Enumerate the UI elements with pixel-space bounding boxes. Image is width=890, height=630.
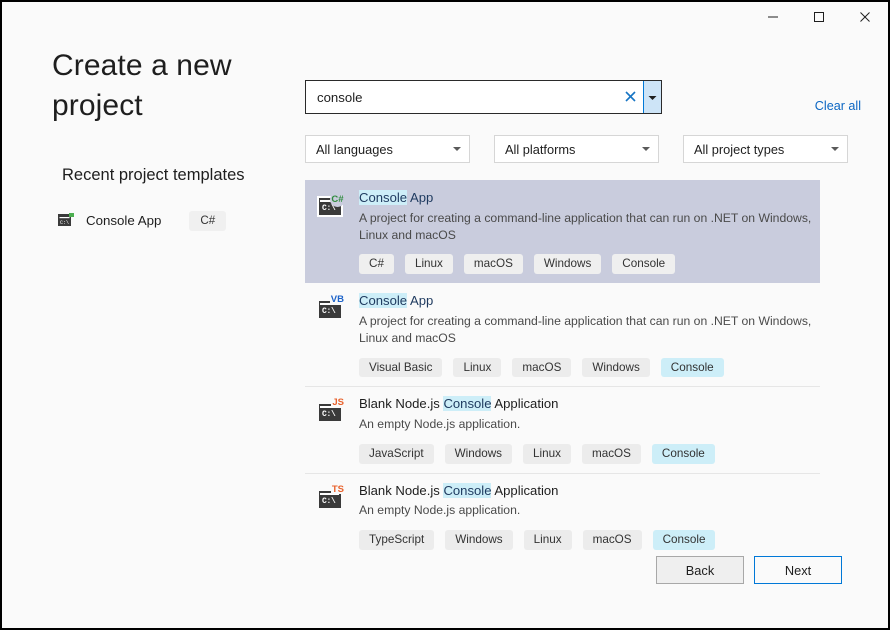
template-tag-list: JavaScript Windows Linux macOS Console	[359, 443, 812, 464]
maximize-icon	[813, 11, 825, 23]
search-dropdown-button[interactable]	[643, 81, 661, 113]
project-type-filter-dropdown[interactable]: All project types	[683, 135, 848, 163]
template-result-item[interactable]: C:\ VB Console App A project for creating a…	[305, 283, 820, 386]
recent-template-label: Console App	[86, 213, 162, 229]
template-tag: Windows	[533, 254, 602, 275]
left-panel: Create a new project Recent project temp…	[52, 46, 287, 231]
recent-templates-heading: Recent project templates	[62, 166, 245, 185]
recent-template-tag: C#	[189, 211, 227, 231]
template-tag: Linux	[523, 530, 572, 550]
search-match-highlight: Console	[443, 396, 492, 412]
right-panel: Clear all All languages All platforms Al…	[305, 80, 861, 559]
search-row: Clear all	[305, 80, 861, 114]
chevron-down-icon	[648, 88, 657, 106]
language-badge: JS	[331, 397, 345, 409]
template-title: Console App	[359, 293, 434, 309]
search-box[interactable]	[305, 80, 662, 114]
next-button[interactable]: Next	[754, 556, 842, 584]
search-input[interactable]	[306, 81, 617, 113]
template-tag: Linux	[404, 254, 453, 275]
language-badge: VB	[329, 294, 345, 306]
template-tag: Console	[612, 254, 676, 275]
template-results-list: C:\ C# Console App A project for creating a…	[305, 180, 820, 559]
console-app-icon: C:\	[58, 213, 75, 228]
minimize-button[interactable]	[750, 2, 796, 32]
template-result-body: Console App A project for creating a comm…	[347, 293, 820, 378]
search-match-highlight: Console	[359, 190, 408, 205]
template-tag-list: TypeScript Windows Linux macOS Console	[359, 530, 812, 550]
template-tag: Linux	[523, 443, 571, 464]
template-tag: macOS	[463, 254, 523, 275]
recent-template-item[interactable]: C:\ Console App C#	[58, 211, 287, 231]
template-tag: TypeScript	[359, 530, 435, 550]
chevron-down-icon	[642, 147, 650, 151]
maximize-button[interactable]	[796, 2, 842, 32]
page-title: Create a new project	[52, 49, 232, 122]
template-result-item[interactable]: C:\ JS Blank Node.js Console Application An…	[305, 386, 820, 472]
template-tag: Windows	[582, 357, 650, 378]
project-type-filter-label: All project types	[694, 141, 785, 157]
clear-search-button[interactable]	[617, 81, 643, 113]
template-tag: C#	[359, 254, 394, 275]
template-tag: Linux	[453, 357, 502, 378]
close-button[interactable]	[842, 2, 888, 32]
template-description: An empty Node.js application.	[359, 416, 521, 431]
template-tag: Console	[651, 443, 715, 464]
language-badge: C#	[330, 192, 345, 207]
template-title: Console App	[359, 190, 434, 205]
template-description: An empty Node.js application.	[359, 503, 521, 518]
template-tag: Visual Basic	[359, 357, 443, 378]
template-tag: Windows	[444, 443, 512, 464]
title-bar	[2, 2, 888, 34]
search-match-highlight: Console	[443, 482, 492, 498]
create-new-project-dialog: Create a new project Recent project temp…	[0, 0, 890, 630]
language-badge: TS	[330, 483, 345, 495]
close-icon	[859, 11, 871, 23]
language-filter-dropdown[interactable]: All languages	[305, 135, 470, 163]
template-tag: Windows	[445, 530, 513, 550]
minimize-icon	[767, 11, 779, 23]
template-title: Blank Node.js Console Application	[359, 396, 559, 412]
template-tag-list: C# Linux macOS Windows Console	[359, 254, 812, 275]
template-description: A project for creating a command-line ap…	[359, 313, 812, 345]
template-result-item[interactable]: C:\ TS Blank Node.js Console Application An…	[305, 472, 820, 559]
template-tag: macOS	[512, 357, 572, 378]
search-match-highlight: Console	[359, 293, 408, 309]
template-tag: macOS	[582, 530, 642, 550]
console-template-icon: C:\ VB	[317, 295, 347, 377]
back-button[interactable]: Back	[656, 556, 744, 584]
template-result-body: Console App A project for creating a comm…	[347, 190, 820, 275]
template-result-body: Blank Node.js Console Application An empt…	[347, 396, 820, 464]
template-result-item[interactable]: C:\ C# Console App A project for creating a…	[305, 180, 820, 284]
template-tag: macOS	[581, 443, 641, 464]
filter-row: All languages All platforms All project …	[305, 135, 861, 163]
template-result-body: Blank Node.js Console Application An empt…	[347, 482, 820, 550]
clear-all-link[interactable]: Clear all	[815, 99, 861, 113]
template-tag: Console	[652, 530, 716, 550]
console-template-icon: C:\ JS	[317, 398, 347, 463]
platform-filter-dropdown[interactable]: All platforms	[494, 135, 659, 163]
template-title: Blank Node.js Console Application	[359, 482, 559, 498]
close-icon	[624, 90, 636, 105]
template-tag-list: Visual Basic Linux macOS Windows Console	[359, 357, 812, 378]
svg-text:C:\: C:\	[60, 220, 69, 226]
console-template-icon: C:\ C#	[317, 192, 347, 274]
template-description: A project for creating a command-line ap…	[359, 210, 812, 242]
chevron-down-icon	[831, 147, 839, 151]
platform-filter-label: All platforms	[505, 141, 576, 157]
dialog-footer: Back Next	[656, 556, 842, 584]
template-tag: Console	[660, 357, 724, 378]
template-tag: JavaScript	[359, 443, 434, 464]
console-template-icon: C:\ TS	[317, 483, 347, 550]
chevron-down-icon	[453, 147, 461, 151]
language-filter-label: All languages	[316, 141, 393, 157]
